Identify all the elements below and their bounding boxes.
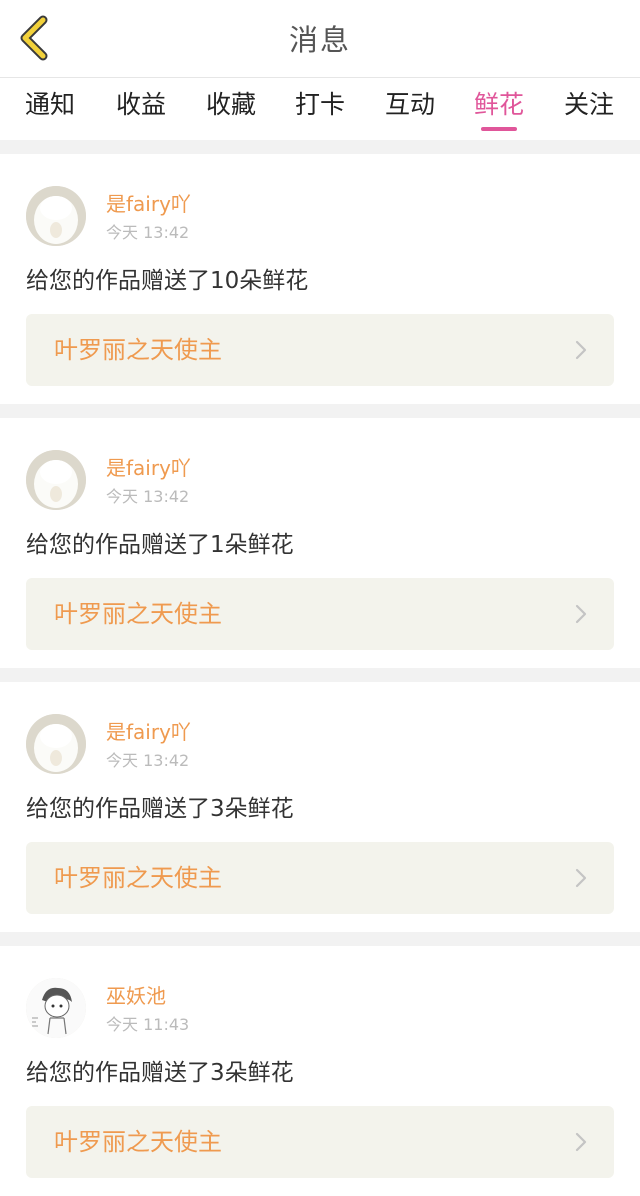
sketch-boy-avatar-icon — [26, 978, 86, 1038]
white-fluffy-avatar-icon — [26, 714, 86, 774]
divider — [0, 932, 640, 946]
tab-underline — [392, 127, 428, 131]
avatar[interactable] — [26, 450, 86, 510]
tab-label: 收藏 — [205, 90, 256, 119]
message-text: 给您的作品赠送了3朵鲜花 — [26, 796, 294, 822]
top-bar: 消息 — [0, 0, 640, 78]
avatar[interactable] — [26, 978, 86, 1038]
username[interactable]: 是fairy吖 — [106, 192, 191, 216]
tab-interactions[interactable]: 互动 — [382, 78, 438, 140]
message-item: 是fairy吖 今天 13:42 给您的作品赠送了1朵鲜花 叶罗丽之天使主 — [0, 418, 640, 668]
message-item: 是fairy吖 今天 13:42 给您的作品赠送了3朵鲜花 叶罗丽之天使主 — [0, 682, 640, 932]
work-title: 叶罗丽之天使主 — [54, 600, 222, 628]
username[interactable]: 是fairy吖 — [106, 456, 191, 480]
tab-favorites[interactable]: 收藏 — [203, 78, 259, 140]
work-link[interactable]: 叶罗丽之天使主 — [26, 842, 614, 914]
tab-underline — [571, 127, 607, 131]
tab-notifications[interactable]: 通知 — [22, 78, 78, 140]
tab-label: 鲜花 — [473, 90, 524, 119]
tab-label: 互动 — [384, 90, 435, 119]
tab-label: 收益 — [115, 90, 166, 119]
tab-bar: 通知 收益 收藏 打卡 互动 鲜花 关注 — [0, 78, 640, 140]
work-title: 叶罗丽之天使主 — [54, 1128, 222, 1156]
username[interactable]: 是fairy吖 — [106, 720, 191, 744]
divider — [0, 140, 640, 154]
message-text: 给您的作品赠送了3朵鲜花 — [26, 1060, 294, 1086]
tab-underline — [32, 127, 68, 131]
tab-underline — [213, 127, 249, 131]
timestamp: 今天 13:42 — [106, 487, 190, 506]
work-link[interactable]: 叶罗丽之天使主 — [26, 314, 614, 386]
tab-label: 关注 — [563, 90, 614, 119]
work-title: 叶罗丽之天使主 — [54, 864, 222, 892]
page-title: 消息 — [288, 23, 351, 57]
timestamp: 今天 13:42 — [106, 223, 190, 242]
white-fluffy-avatar-icon — [26, 186, 86, 246]
work-link[interactable]: 叶罗丽之天使主 — [26, 1106, 614, 1178]
tab-earnings[interactable]: 收益 — [113, 78, 169, 140]
chevron-right-icon — [575, 340, 587, 360]
white-fluffy-avatar-icon — [26, 450, 86, 510]
tab-checkin[interactable]: 打卡 — [292, 78, 348, 140]
message-item: 是fairy吖 今天 13:42 给您的作品赠送了10朵鲜花 叶罗丽之天使主 — [0, 154, 640, 404]
tab-label: 通知 — [24, 90, 75, 119]
chevron-right-icon — [575, 1132, 587, 1152]
message-text: 给您的作品赠送了10朵鲜花 — [26, 268, 309, 294]
username[interactable]: 巫妖池 — [106, 984, 166, 1008]
tab-label: 打卡 — [294, 90, 345, 119]
avatar[interactable] — [26, 186, 86, 246]
work-link[interactable]: 叶罗丽之天使主 — [26, 578, 614, 650]
tab-underline — [302, 127, 338, 131]
chevron-right-icon — [575, 868, 587, 888]
tab-following[interactable]: 关注 — [561, 78, 617, 140]
divider — [0, 404, 640, 418]
tab-flowers[interactable]: 鲜花 — [471, 78, 527, 140]
work-title: 叶罗丽之天使主 — [54, 336, 222, 364]
tab-underline — [123, 127, 159, 131]
avatar[interactable] — [26, 714, 86, 774]
tab-active-underline — [481, 127, 517, 131]
message-text: 给您的作品赠送了1朵鲜花 — [26, 532, 294, 558]
chevron-right-icon — [575, 604, 587, 624]
timestamp: 今天 11:43 — [106, 1015, 190, 1034]
divider — [0, 668, 640, 682]
message-item: 巫妖池 今天 11:43 给您的作品赠送了3朵鲜花 叶罗丽之天使主 — [0, 946, 640, 1196]
timestamp: 今天 13:42 — [106, 751, 190, 770]
